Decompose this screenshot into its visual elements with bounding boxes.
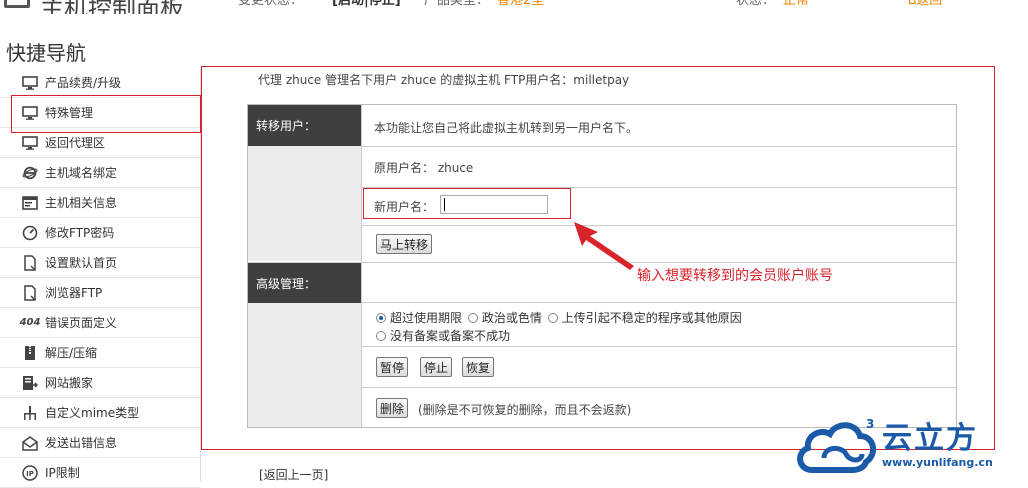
transfer-header: 转移用户： — [248, 105, 361, 146]
sidebar-item-send-error[interactable]: 发送出错信息 — [0, 428, 200, 458]
reason-radio-group-2: 没有备案或备案不成功 — [376, 327, 512, 344]
sidebar-item-domain-bind[interactable]: 主机域名绑定 — [0, 158, 200, 188]
server-icon — [22, 375, 38, 390]
reason-label: 没有备案或备案不成功 — [390, 329, 511, 343]
row-divider — [361, 302, 956, 303]
radio-unchecked — [547, 312, 558, 323]
sidebar-item-label: 主机相关信息 — [45, 196, 118, 210]
row-divider — [361, 387, 956, 388]
monitor-icon — [22, 75, 38, 90]
page-icon — [22, 254, 38, 271]
sidebar-item-label: IP限制 — [45, 466, 80, 480]
ip-icon: IP — [22, 464, 38, 481]
watermark-url: www.yunlifang.cn — [882, 456, 993, 469]
sidebar-item-default-page[interactable]: 设置默认首页 — [0, 248, 200, 278]
selected-item-highlight — [11, 95, 201, 133]
back-link[interactable]: [返回上一页] — [259, 466, 328, 483]
watermark-superscript: 3 — [866, 417, 874, 431]
sidebar-item-label: 浏览器FTP — [45, 286, 103, 300]
delete-note: (删除是不可恢复的删除，而且不会返款) — [418, 403, 632, 417]
reason-radio-no-record[interactable]: 没有备案或备案不成功 — [376, 327, 510, 344]
radio-checked — [376, 312, 386, 323]
change-status-label: 变更状态： — [238, 0, 304, 8]
tree-icon — [22, 405, 38, 420]
sidebar-item-label: 网站搬家 — [45, 376, 94, 390]
404-icon: 404 — [19, 317, 41, 328]
page-icon — [22, 284, 38, 301]
radio-unchecked — [467, 312, 478, 323]
host-info-line: 代理 zhuce 管理名下用户 zhuce 的虚拟主机 FTP用户名：mille… — [258, 73, 630, 87]
reason-label: 超过使用期限 — [390, 311, 463, 325]
sidebar-item-error-page[interactable]: 404 错误页面定义 — [0, 308, 200, 338]
status-label: 状态： — [736, 0, 776, 8]
archive-icon — [22, 345, 38, 360]
sidebar-item-host-info[interactable]: 主机相关信息 — [0, 188, 200, 218]
product-type-value: 香港2型 — [497, 0, 545, 8]
reason-radio-group: 超过使用期限 政治或色情 上传引起不稳定的程序或其他原因 — [376, 309, 744, 326]
advanced-label-cell — [248, 303, 361, 427]
sidebar-item-label: 修改FTP密码 — [45, 226, 115, 240]
row-divider — [361, 146, 956, 147]
sidebar-item-label: 主机域名绑定 — [45, 166, 118, 180]
reason-label: 上传引起不稳定的程序或其他原因 — [561, 311, 742, 325]
sidebar-item-site-move[interactable]: 网站搬家 — [0, 368, 200, 398]
back-button[interactable]: ⌂返回 — [908, 0, 942, 8]
sidebar-item-label: 发送出错信息 — [45, 436, 118, 450]
sidebar-item-label: 设置默认首页 — [45, 256, 118, 270]
transfer-description: 本功能让您自己将此虚拟主机转到另一用户名下。 — [374, 121, 639, 135]
sidebar-item-label: 自定义mime类型 — [45, 406, 140, 420]
quick-nav-title: 快捷导航 — [6, 41, 86, 65]
sidebar-item-label: 解压/压缩 — [45, 346, 98, 360]
cloud-logo-icon: 3 — [797, 417, 877, 473]
change-status-links[interactable]: [启动|停止] — [332, 0, 401, 8]
stop-button[interactable]: 停止 — [420, 357, 453, 377]
watermark-brand: 云立方 — [882, 421, 978, 456]
back-label: 返回 — [916, 0, 943, 8]
reason-radio-unstable[interactable]: 上传引起不稳定的程序或其他原因 — [547, 309, 742, 326]
reason-radio-expired[interactable]: 超过使用期限 — [376, 309, 462, 326]
ie-icon — [22, 166, 38, 180]
column-divider — [361, 105, 362, 427]
sidebar-item-renew[interactable]: 产品续费/升级 — [0, 68, 200, 98]
sidebar-item-ip-limit[interactable]: IP IP限制 — [0, 458, 200, 488]
radio-unchecked — [376, 330, 386, 341]
sidebar-item-unzip[interactable]: 解压/压缩 — [0, 338, 200, 368]
new-user-highlight — [363, 188, 571, 219]
sidebar-item-label: 返回代理区 — [45, 136, 106, 150]
pause-button[interactable]: 暂停 — [376, 357, 409, 377]
monitor-icon — [4, 0, 30, 8]
reason-radio-political[interactable]: 政治或色情 — [467, 309, 542, 326]
resume-button[interactable]: 恢复 — [462, 357, 495, 377]
ip-icon-text: IP — [26, 470, 34, 478]
sidebar-item-mime[interactable]: 自定义mime类型 — [0, 398, 200, 428]
info-icon — [22, 195, 38, 210]
watermark: 3 云立方 www.yunlifang.cn — [790, 412, 1028, 481]
gauge-icon — [22, 225, 38, 240]
monitor-icon — [22, 135, 38, 150]
reason-label: 政治或色情 — [481, 311, 542, 325]
mail-icon — [22, 435, 38, 451]
advanced-header: 高级管理： — [248, 263, 361, 303]
old-user-text: 原用户名： zhuce — [374, 161, 474, 175]
row-divider — [361, 346, 956, 347]
panel-title: 主机控制面板 — [40, 0, 184, 14]
top-bar: 主机控制面板 变更状态： [启动|停止] 产品类型： 香港2型 状态： 正常 ⌂… — [0, 0, 1028, 14]
annotation-text: 输入想要转移到的会员账户账号 — [637, 268, 833, 284]
transfer-label-cell — [248, 146, 361, 261]
status-value: 正常 — [783, 0, 810, 8]
delete-button[interactable]: 删除 — [376, 398, 409, 418]
sidebar-item-browser-ftp[interactable]: 浏览器FTP — [0, 278, 200, 308]
sidebar-item-label: 错误页面定义 — [45, 316, 118, 330]
transfer-now-button[interactable]: 马上转移 — [376, 234, 433, 254]
sidebar-item-label: 产品续费/升级 — [45, 76, 122, 90]
sidebar-item-ftp-password[interactable]: 修改FTP密码 — [0, 218, 200, 248]
row-divider — [361, 225, 956, 226]
product-type-label: 产品类型： — [424, 0, 490, 8]
